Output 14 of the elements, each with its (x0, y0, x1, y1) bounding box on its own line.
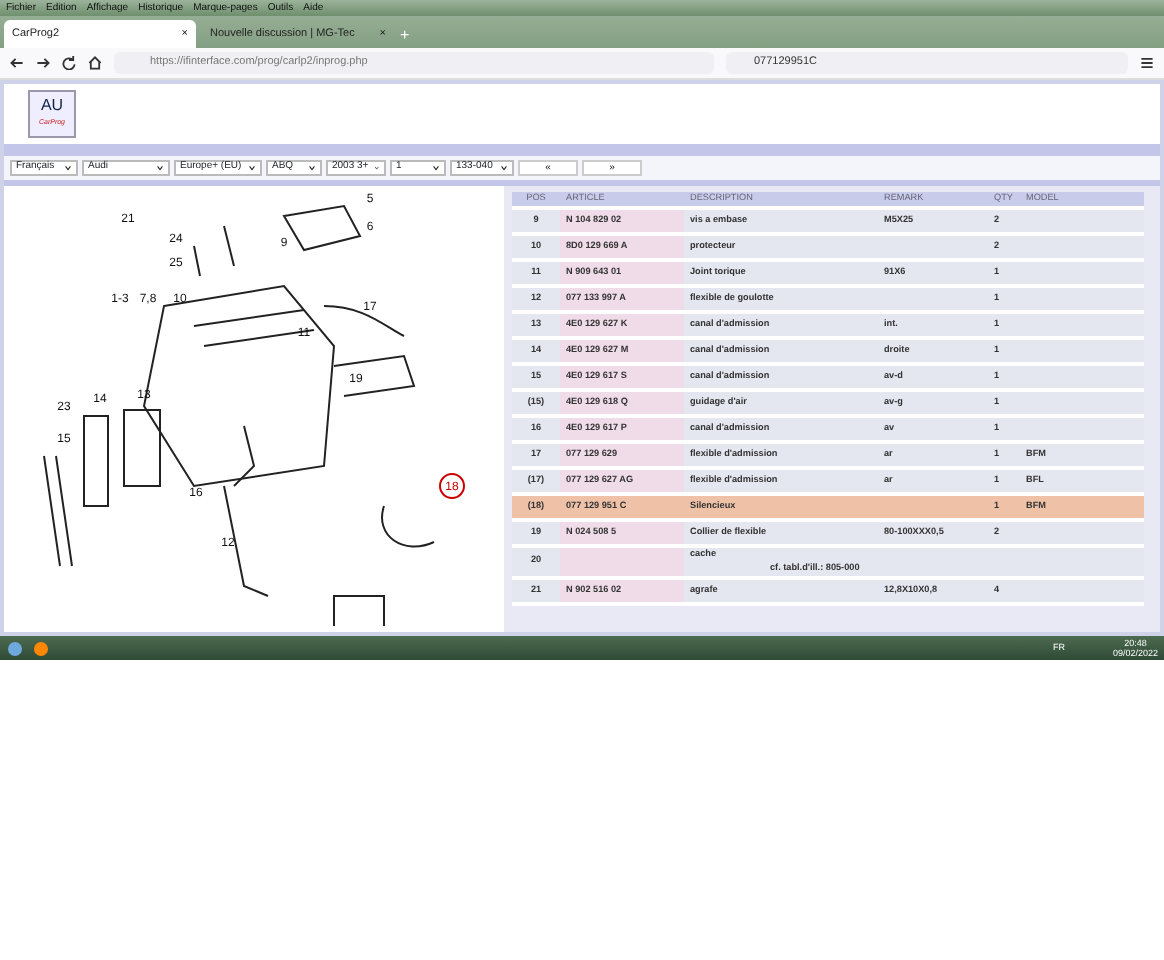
caret-icon[interactable] (64, 164, 72, 172)
menu-icon[interactable] (1140, 56, 1154, 70)
highlight-circle (439, 473, 465, 499)
browser-taskbar-icon[interactable] (32, 641, 50, 655)
reload-icon[interactable] (62, 56, 76, 70)
caret-icon[interactable] (432, 164, 440, 172)
home-icon[interactable] (88, 56, 102, 70)
caret-icon[interactable] (308, 164, 316, 172)
caret-icon[interactable] (156, 164, 164, 172)
start-icon[interactable] (6, 641, 24, 655)
caret-icon[interactable] (248, 164, 256, 172)
forward-icon[interactable] (36, 56, 50, 70)
back-icon[interactable] (10, 56, 24, 70)
caret-icon[interactable] (500, 164, 508, 172)
